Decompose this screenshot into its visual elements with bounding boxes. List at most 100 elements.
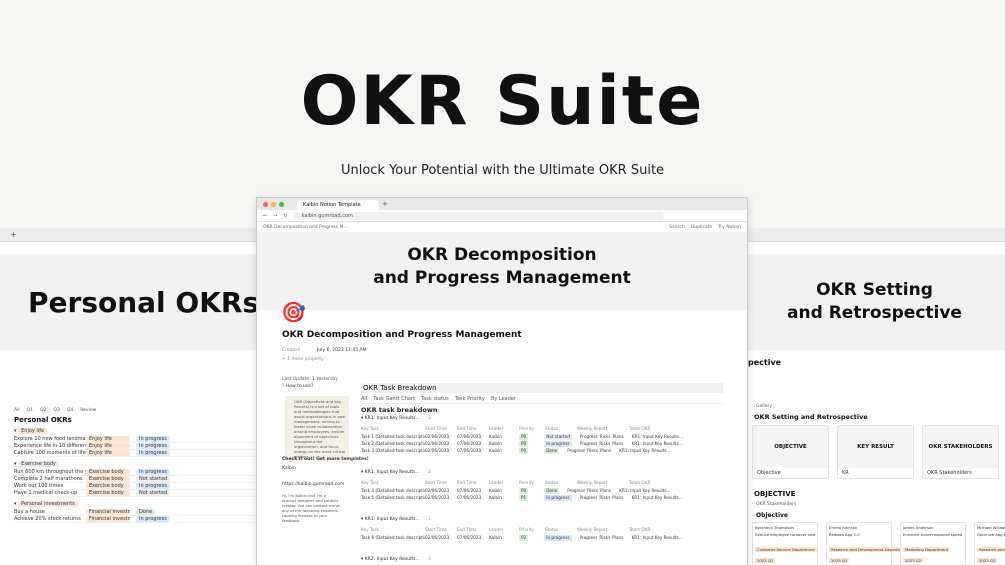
weekly-report-cell: Progress Risks Plans bbox=[580, 535, 632, 541]
task-view-tab[interactable]: By Leader bbox=[491, 396, 516, 402]
author-link[interactable]: https://kaibin.gumroad.com bbox=[282, 482, 344, 487]
left-view-tab[interactable]: All bbox=[14, 408, 20, 413]
task-group-header[interactable]: ▾ KR1: Input Key Results... 2 bbox=[361, 470, 431, 475]
table-header: Key Task Start Time End Time Leader Priority… bbox=[361, 426, 723, 431]
table-row[interactable]: Task 1 (Detailed task description) 02/06/… bbox=[361, 434, 723, 440]
table-header: Key Task Start Time End Time Leader Priority… bbox=[361, 480, 723, 485]
left-view-tab[interactable]: Q3 bbox=[53, 408, 59, 413]
team-okr-cell[interactable]: KR1: Input Key Results... bbox=[632, 535, 696, 541]
left-view-tab[interactable]: Review bbox=[80, 408, 96, 413]
stakeholder-q: 2023 Q2 bbox=[829, 558, 850, 563]
right-tab[interactable]: Gallery bbox=[756, 404, 772, 409]
card-title: KEY RESULT bbox=[838, 426, 913, 468]
left-group-header[interactable]: ▾ Exercise body bbox=[14, 461, 262, 467]
table-row[interactable]: Capture 100 moments of life on TikTokEnj… bbox=[14, 450, 262, 457]
table-row[interactable]: Complete 2 half marathons Exercise body No… bbox=[14, 476, 262, 483]
task-view-tab[interactable]: All bbox=[361, 396, 367, 402]
maximize-dot-icon[interactable] bbox=[279, 201, 284, 207]
table-row[interactable]: Experience life in 10 different citiesEn… bbox=[14, 443, 262, 450]
breadcrumb[interactable]: OKR Decomposition and Progress M... bbox=[263, 225, 348, 230]
row-goal: Exercise body bbox=[86, 483, 130, 489]
stakeholder-card[interactable]: James Anderson Enhance ticket response sp… bbox=[900, 522, 966, 565]
table-row[interactable]: Task 2 (Detailed task description) 02/06/… bbox=[361, 441, 723, 447]
templates-link[interactable]: Check it out! Get more templates! bbox=[282, 457, 369, 462]
table-row[interactable]: Task 5 (Detailed task description) 02/06/… bbox=[361, 495, 723, 501]
forward-icon[interactable]: → bbox=[273, 213, 277, 219]
stakeholder-name: Emma Johnson bbox=[829, 525, 858, 530]
task-group-header[interactable]: ▾ KR1: Input Key Results... 1 bbox=[361, 517, 431, 522]
personal-okrs-panel: + Personal OKRs All Q1 Q2 Q3 Q4 Review Person… bbox=[0, 228, 262, 565]
stakeholder-dept: Research and Development Department bbox=[829, 547, 910, 552]
okr-card[interactable]: OBJECTIVE Objective bbox=[752, 425, 829, 479]
group-tag: Exercise body bbox=[18, 461, 59, 467]
weekly-tag: Plans bbox=[599, 448, 612, 453]
new-tab-icon[interactable]: + bbox=[382, 200, 388, 208]
table-row[interactable]: Work out 100 times Exercise body In progre… bbox=[14, 483, 262, 490]
okr-setting-panel: OKR Setting and Retrospective pective Gal… bbox=[744, 228, 1005, 565]
left-group-header[interactable]: ▾ Enjoy life bbox=[14, 428, 262, 434]
card-link[interactable]: Objective bbox=[753, 468, 828, 478]
table-row[interactable]: Task 4 (Detailed task description) 02/06/… bbox=[361, 488, 723, 494]
url-field[interactable]: kaibin.gumroad.com bbox=[293, 211, 664, 220]
weekly-report-cell: Progress Risks Plans bbox=[580, 434, 632, 440]
priority-cell: P0 bbox=[519, 434, 529, 440]
duplicate-action[interactable]: Duplicate bbox=[691, 225, 712, 230]
left-group-header[interactable]: ▾ Personal investments bbox=[14, 501, 262, 507]
team-okr-cell[interactable]: KR1: Input Key Results... bbox=[632, 434, 696, 440]
left-groups: ▾ Enjoy life Explore 10 new food landmark… bbox=[14, 428, 262, 523]
close-dot-icon[interactable] bbox=[263, 201, 268, 207]
task-group-header[interactable]: ▾ KR1: Input Key Results... 3 bbox=[361, 416, 431, 421]
search-action[interactable]: Search bbox=[669, 225, 684, 230]
right-section-tab[interactable]: OKR Stakeholders bbox=[756, 502, 796, 507]
try-notion-action[interactable]: Try Notion bbox=[718, 225, 741, 230]
plus-icon[interactable]: + bbox=[10, 230, 17, 239]
table-row[interactable]: Buy a house Financial investments Done bbox=[14, 509, 262, 516]
table-row[interactable]: Run 600 km throughout the yearExercise b… bbox=[14, 469, 262, 476]
team-okr-cell[interactable]: KR1: Input Key Results... bbox=[632, 441, 696, 447]
okr-card[interactable]: KEY RESULT KR bbox=[837, 425, 914, 479]
row-status: In progress bbox=[136, 436, 170, 442]
add-property[interactable]: + 1 more property bbox=[282, 357, 324, 362]
minimize-dot-icon[interactable] bbox=[271, 201, 276, 207]
left-view-tab[interactable]: Q2 bbox=[40, 408, 46, 413]
left-view-tab[interactable]: Q4 bbox=[67, 408, 73, 413]
table-row[interactable]: Task 6 (Detailed task description) 02/06/… bbox=[361, 535, 723, 541]
card-link[interactable]: OKR Stakeholders bbox=[923, 468, 998, 478]
priority-cell: P0 bbox=[519, 488, 529, 494]
row-goal: Exercise body bbox=[86, 469, 130, 475]
row-name: Run 600 km throughout the year bbox=[14, 469, 86, 475]
row-status: In progress bbox=[136, 450, 170, 456]
task-view-tab[interactable]: Task status bbox=[421, 396, 449, 402]
reload-icon[interactable]: ↻ bbox=[283, 213, 287, 219]
table-row[interactable]: Achieve 20% stock returns Financial inves… bbox=[14, 516, 262, 523]
stakeholder-card[interactable]: Benjamin Thompson Reduce employee turnove… bbox=[752, 522, 818, 565]
left-view-tab[interactable]: Q1 bbox=[27, 408, 33, 413]
weekly-tag: Plans bbox=[612, 441, 624, 446]
team-okr-cell[interactable]: KR1: Input Key Results... bbox=[632, 495, 696, 501]
end-cell: 07/06/2023 bbox=[457, 448, 482, 453]
team-okr-cell[interactable]: KR1: Input Key Results... bbox=[619, 448, 683, 454]
table-row[interactable]: Have 1 medical check-up Exercise body Not … bbox=[14, 490, 262, 497]
table-row[interactable]: Explore 10 new food landmarks Enjoy life I… bbox=[14, 436, 262, 443]
card-link[interactable]: KR bbox=[838, 468, 913, 478]
stakeholder-card[interactable]: Emma Johnson Release App 2.0 Research and … bbox=[826, 522, 910, 565]
weekly-report-cell: Progress Risks Plans bbox=[580, 441, 632, 447]
row-status: In progress bbox=[136, 443, 170, 449]
stakeholder-card[interactable]: Michael Williams Optimize App performance… bbox=[974, 522, 1005, 565]
task-view-tab[interactable]: Task Priority bbox=[455, 396, 485, 402]
start-cell: 02/06/2023 bbox=[425, 488, 450, 493]
okr-card[interactable]: OKR STAKEHOLDERS OKR Stakeholders bbox=[922, 425, 999, 479]
weekly-tag: Risks bbox=[587, 448, 598, 453]
team-okr-cell[interactable]: KR1: Input Key Results... bbox=[619, 488, 683, 494]
right-hero-line1: OKR Setting bbox=[816, 280, 933, 300]
task-group-header[interactable]: ▾ KR2: Input Key Results... 3 bbox=[361, 557, 431, 562]
task-cell: Task 1 (Detailed task description) bbox=[361, 434, 425, 439]
group-count: 3 bbox=[427, 557, 431, 562]
task-view-tab[interactable]: Task Gantt Chart bbox=[373, 396, 415, 402]
row-goal: Exercise body bbox=[86, 476, 130, 482]
table-row[interactable]: Task 3 (Detailed task description) 02/06/… bbox=[361, 448, 723, 454]
browser-tab[interactable]: Kaibin Notion Template bbox=[297, 200, 379, 210]
weekly-tag: Risks bbox=[587, 488, 598, 493]
back-icon[interactable]: ← bbox=[263, 213, 267, 219]
stakeholder-q: 2023 Q2 bbox=[977, 558, 998, 563]
